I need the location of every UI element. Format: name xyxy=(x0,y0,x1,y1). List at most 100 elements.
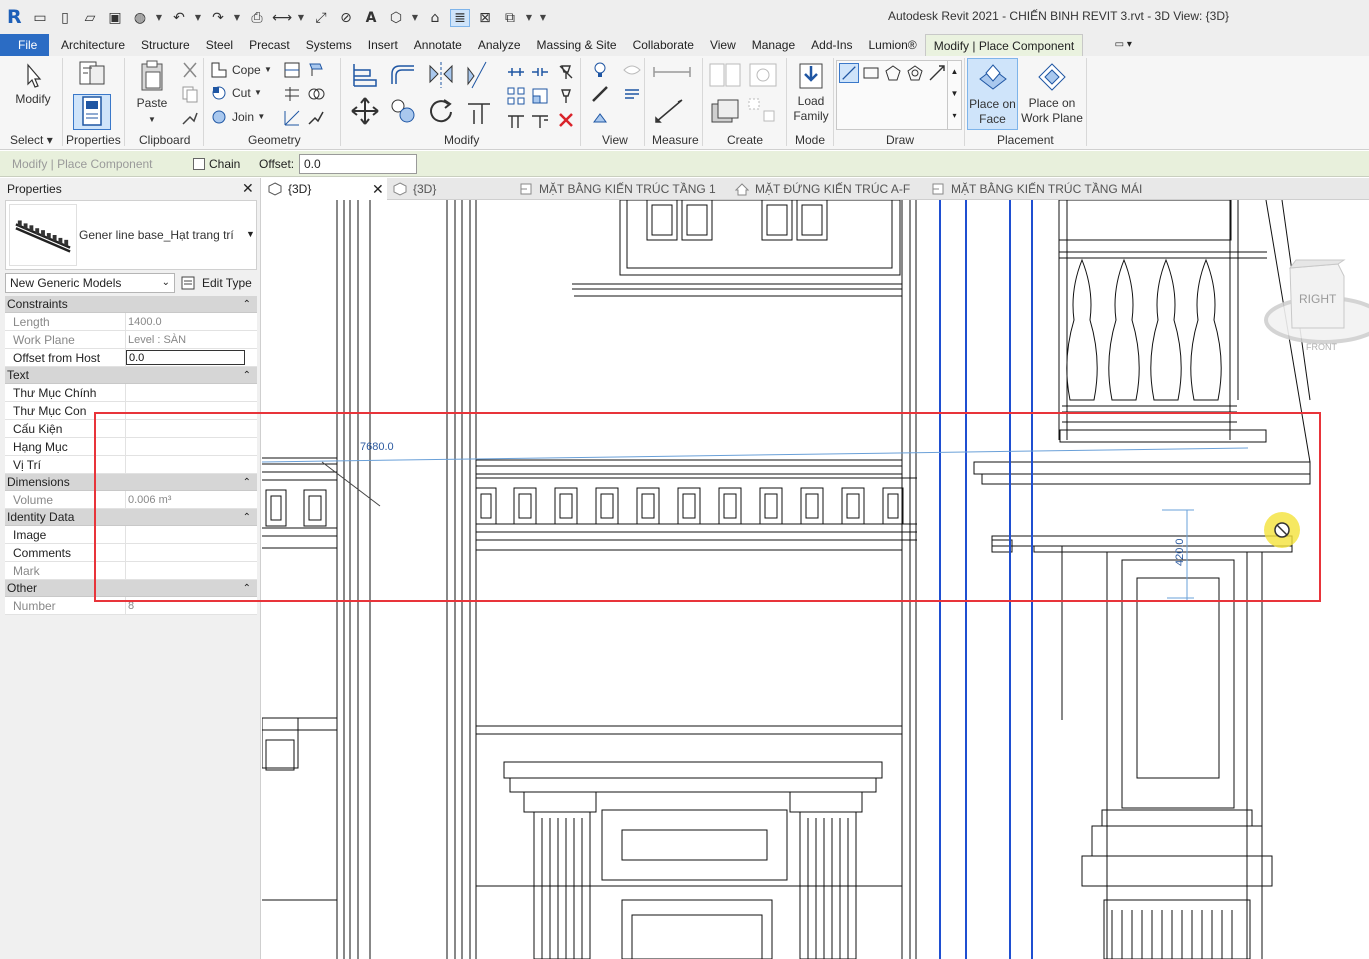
override-graphics-icon[interactable] xyxy=(590,84,610,104)
property-row[interactable]: Thư Mục Chính xyxy=(5,384,257,402)
folder-open-icon[interactable]: ▱ xyxy=(80,9,100,27)
category-other[interactable]: Other ⌃ xyxy=(5,580,257,597)
drawing-area[interactable]: 7680.0 420.0 RIGHT FRONT xyxy=(262,200,1369,959)
tag-icon[interactable]: ⊘ xyxy=(336,9,356,27)
collapse-icon[interactable]: ⌃ xyxy=(243,474,251,491)
create-assembly-icon[interactable] xyxy=(708,60,742,90)
view-tab-floor-plan-1[interactable]: MẶT BẰNG KIẾN TRÚC TẦNG 1 xyxy=(513,178,729,200)
tab-insert[interactable]: Insert xyxy=(360,34,406,56)
tab-systems[interactable]: Systems xyxy=(298,34,360,56)
filter-lines-icon[interactable] xyxy=(622,84,642,104)
polygon-tool-icon[interactable] xyxy=(883,63,903,83)
tab-add-ins[interactable]: Add-Ins xyxy=(803,34,860,56)
tab-precast[interactable]: Precast xyxy=(241,34,298,56)
save-icon[interactable]: ▣ xyxy=(105,9,125,27)
mirror-draw-icon[interactable] xyxy=(464,60,494,90)
property-value[interactable] xyxy=(126,562,257,579)
property-value[interactable] xyxy=(126,402,257,419)
trim-extend-icon[interactable] xyxy=(464,96,494,126)
tab-massing-site[interactable]: Massing & Site xyxy=(529,34,625,56)
trim-multiple-icon[interactable] xyxy=(506,110,526,130)
demolish-icon[interactable] xyxy=(306,84,326,104)
collapse-icon[interactable]: ⌃ xyxy=(243,367,251,384)
wall-joins-icon[interactable] xyxy=(282,84,302,104)
tab-structure[interactable]: Structure xyxy=(133,34,198,56)
rotate-icon[interactable] xyxy=(426,96,456,126)
chevron-down-icon[interactable]: ▼ xyxy=(525,9,533,27)
property-row[interactable]: Volume 0.006 m³ xyxy=(5,491,257,509)
measure-icon[interactable]: ⟷ xyxy=(272,9,292,27)
property-value[interactable]: 0.0 xyxy=(126,350,245,365)
property-value[interactable]: 1400.0 xyxy=(126,313,257,330)
tab-analyze[interactable]: Analyze xyxy=(470,34,529,56)
property-value[interactable]: Level : SÀN xyxy=(126,331,257,348)
line-tool-icon[interactable] xyxy=(839,63,859,83)
section-icon[interactable]: ⌂ xyxy=(425,9,445,27)
trim-single-icon[interactable] xyxy=(530,110,550,130)
category-text[interactable]: Text ⌃ xyxy=(5,367,257,384)
beam-column-join-icon[interactable] xyxy=(282,108,302,128)
unpin-icon[interactable] xyxy=(556,62,576,82)
open-icon[interactable]: ▭ xyxy=(30,9,50,27)
circumscribed-polygon-icon[interactable] xyxy=(905,63,925,83)
tab-manage[interactable]: Manage xyxy=(744,34,803,56)
property-value[interactable] xyxy=(126,420,257,437)
linework-icon[interactable] xyxy=(590,108,610,128)
chevron-down-icon[interactable]: ▼ xyxy=(194,9,202,27)
reveal-hidden-icon[interactable] xyxy=(622,60,642,80)
property-row[interactable]: Offset from Host 0.0 xyxy=(5,349,257,367)
tab-lumion[interactable]: Lumion® xyxy=(861,34,925,56)
create-group-icon[interactable] xyxy=(708,96,742,126)
model-drawing[interactable]: 7680.0 420.0 RIGHT FRONT xyxy=(262,200,1369,959)
undo-icon[interactable]: ↶ xyxy=(169,9,189,27)
split-face-icon[interactable] xyxy=(282,60,302,80)
print-icon[interactable]: ⎙ xyxy=(247,9,267,27)
wall-profile-icon[interactable] xyxy=(306,108,326,128)
customize-qat-icon[interactable]: ▼ xyxy=(539,9,547,27)
chevron-down-icon[interactable]: ▼ xyxy=(233,9,241,27)
property-value[interactable] xyxy=(126,438,257,455)
hide-bulb-icon[interactable] xyxy=(590,60,610,80)
property-row[interactable]: Thư Mục Con xyxy=(5,402,257,420)
view-tab-elevation[interactable]: MẶT ĐỨNG KIẾN TRÚC A-F xyxy=(729,178,925,200)
switch-windows-icon[interactable]: ⧉ xyxy=(500,9,520,27)
collapse-icon[interactable]: ⌃ xyxy=(243,296,251,313)
edit-type-button[interactable]: Edit Type xyxy=(180,273,252,293)
tab-steel[interactable]: Steel xyxy=(198,34,241,56)
category-dimensions[interactable]: Dimensions ⌃ xyxy=(5,474,257,491)
align-icon[interactable] xyxy=(350,60,380,90)
type-properties-icon[interactable] xyxy=(78,60,108,88)
category-constraints[interactable]: Constraints ⌃ xyxy=(5,296,257,313)
collapse-icon[interactable]: ⌃ xyxy=(243,580,251,597)
revit-logo[interactable]: R xyxy=(7,6,25,28)
chain-checkbox[interactable] xyxy=(193,158,205,170)
type-selector[interactable]: Gener line base_Hạt trang trí ▼ xyxy=(5,200,257,270)
paste-button[interactable]: Paste ▼ xyxy=(132,60,172,127)
tab-modify-place-component[interactable]: Modify | Place Component xyxy=(924,34,1084,56)
create-similar-icon[interactable] xyxy=(746,96,780,126)
mirror-axis-icon[interactable] xyxy=(426,60,456,90)
instance-filter-dropdown[interactable]: New Generic Models ⌄ xyxy=(5,273,175,293)
chevron-down-icon[interactable]: ▼ xyxy=(297,9,305,27)
delete-icon[interactable] xyxy=(556,110,576,130)
property-row[interactable]: Cấu Kiện xyxy=(5,420,257,438)
split-element-icon[interactable] xyxy=(506,62,526,82)
measure-between-icon[interactable] xyxy=(652,62,692,82)
properties-button[interactable] xyxy=(73,94,111,130)
view-tab-3d-active[interactable]: {3D} ✕ xyxy=(262,178,387,200)
property-value[interactable]: 0.006 m³ xyxy=(126,491,257,508)
redo-icon[interactable]: ↷ xyxy=(208,9,228,27)
view-tab-3d[interactable]: {3D} xyxy=(387,178,513,200)
array-icon[interactable] xyxy=(506,86,526,106)
place-on-face-button[interactable]: Place on Face xyxy=(967,58,1018,130)
new-icon[interactable]: ▯ xyxy=(55,9,75,27)
collapse-icon[interactable]: ⌃ xyxy=(243,509,251,526)
cope-button[interactable]: Cope ▼ xyxy=(210,60,272,80)
scale-icon[interactable] xyxy=(530,86,550,106)
aligned-dimension-icon[interactable] xyxy=(652,96,688,126)
offset-input[interactable]: 0.0 xyxy=(299,154,417,174)
pin-icon[interactable] xyxy=(556,86,576,106)
property-value[interactable]: 8 xyxy=(126,597,257,614)
property-row[interactable]: Hạng Mục xyxy=(5,438,257,456)
create-parts-icon[interactable] xyxy=(746,60,780,90)
